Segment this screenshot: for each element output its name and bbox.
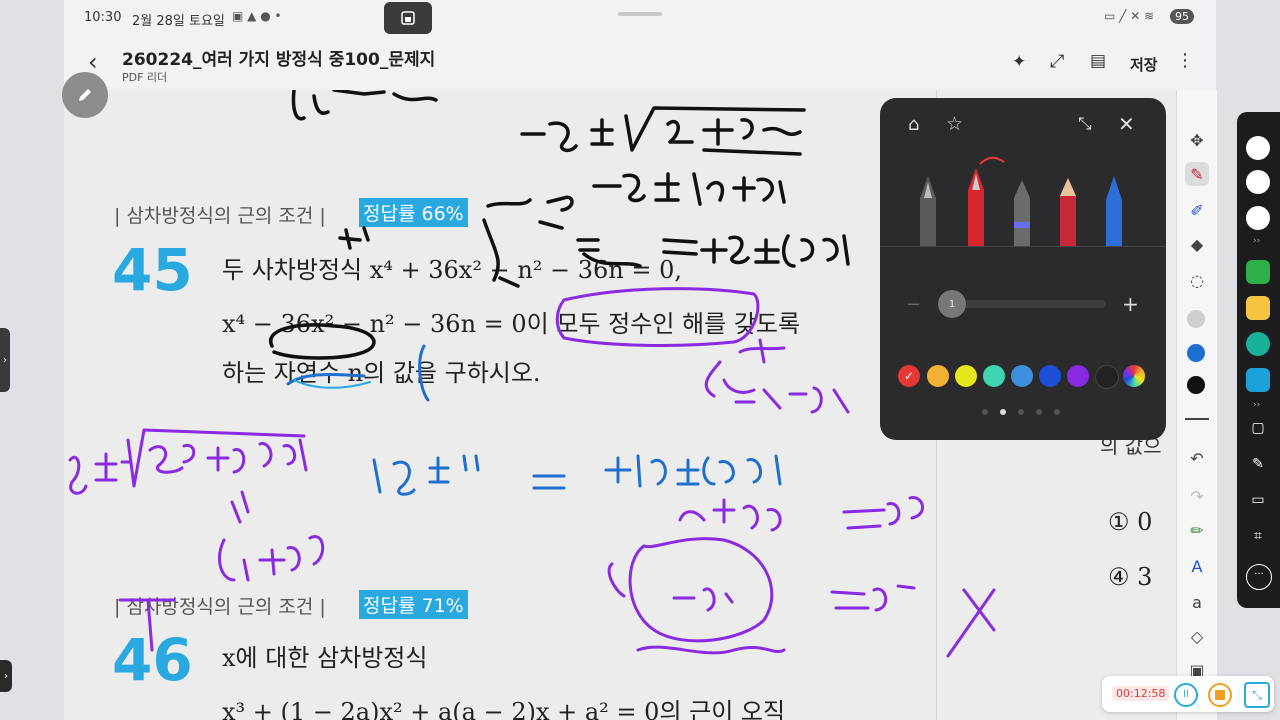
shapes-icon[interactable]: ◇: [1185, 624, 1209, 648]
pen-gel-blue-band[interactable]: [1014, 180, 1030, 246]
drag-handle: [618, 12, 662, 16]
app-grid-icon[interactable]: [1246, 368, 1270, 392]
color-red-selected[interactable]: ✓: [898, 365, 920, 387]
redo-icon[interactable]: ↷: [1185, 484, 1209, 508]
collapse-icon[interactable]: ⤡: [1078, 114, 1092, 134]
app-notes-icon[interactable]: [1246, 296, 1270, 320]
capture-icon: [401, 11, 415, 25]
page-indicator: [982, 408, 1066, 416]
color-yellow[interactable]: [955, 365, 977, 387]
back-nav-icon[interactable]: [1246, 136, 1270, 160]
status-time: 10:30: [84, 10, 122, 25]
text-box-icon[interactable]: a: [1185, 590, 1209, 614]
move-icon[interactable]: ✥: [1185, 128, 1209, 152]
color-black[interactable]: [1095, 365, 1119, 389]
dock-expand-icon[interactable]: ››: [1253, 236, 1260, 246]
eraser-icon[interactable]: ◆: [1185, 232, 1209, 256]
marker-icon[interactable]: ✏: [1185, 518, 1209, 542]
pencil-red[interactable]: [1060, 178, 1076, 246]
color-purple[interactable]: [1067, 365, 1089, 387]
left-edge-handle[interactable]: ›: [0, 328, 10, 392]
battery-badge: 95: [1170, 9, 1194, 24]
expand-icon[interactable]: ⤢: [1050, 51, 1064, 72]
undo-icon[interactable]: ↶: [1185, 446, 1209, 470]
color-gray[interactable]: [1187, 310, 1205, 328]
screenshot-icon[interactable]: ▢: [1246, 420, 1270, 444]
dock-expand-icon-2[interactable]: ››: [1253, 400, 1260, 410]
pen-fountain-red[interactable]: [968, 156, 1005, 246]
app-teal-icon[interactable]: [1246, 332, 1270, 356]
color-picker-rainbow[interactable]: [1123, 365, 1145, 387]
color-teal[interactable]: [983, 365, 1005, 387]
thickness-minus-icon[interactable]: −: [906, 294, 921, 315]
status-date: 2월 28일 토요일: [132, 14, 225, 29]
ai-sparkle-icon[interactable]: ✦: [1012, 52, 1026, 72]
highlighter-icon[interactable]: ✐: [1185, 198, 1209, 222]
document-title: 260224_여러 가지 방정식 중100_문제지: [122, 50, 436, 70]
save-button[interactable]: 저장: [1130, 54, 1158, 75]
eraser-mode-icon[interactable]: ⌂: [908, 114, 919, 135]
document-settings-icon[interactable]: ▤: [1090, 51, 1106, 71]
pause-icon[interactable]: ll: [1174, 683, 1198, 707]
favorite-star-icon[interactable]: ☆: [946, 113, 963, 135]
pencil-icon: [79, 89, 91, 101]
color-blue-quick[interactable]: [1187, 344, 1205, 362]
document-subtitle: PDF 리더: [122, 71, 168, 84]
color-light-blue[interactable]: [1011, 365, 1033, 387]
recording-timer: 00:12:58: [1112, 686, 1170, 701]
home-icon[interactable]: [1246, 170, 1270, 194]
color-black-quick[interactable]: [1187, 376, 1205, 394]
stop-square: [1215, 690, 1225, 700]
pen-settings-panel: ⌂ ☆ ⤡ ✕ − 1 + ✓: [880, 98, 1166, 440]
thickness-plus-icon[interactable]: +: [1122, 292, 1139, 316]
side-dock: ›› ›› ▢ ✎ ▭ ⌗ ···: [1237, 112, 1280, 608]
status-right-icons: ▭ ╱ ✕ ≋: [1104, 9, 1155, 23]
thickness-value: 1: [948, 298, 956, 310]
pen-tray: [880, 156, 1166, 247]
pen-fountain-gray[interactable]: [920, 176, 936, 246]
left-edge-handle-bottom[interactable]: ›: [0, 660, 12, 692]
recording-widget: 00:12:58 ll ⤡: [1102, 676, 1274, 712]
record-icon[interactable]: ▭: [1246, 492, 1270, 516]
thickness-thumb[interactable]: 1: [938, 290, 966, 318]
lasso-icon[interactable]: ◌: [1185, 268, 1209, 292]
app-green-icon[interactable]: [1246, 260, 1270, 284]
text-style-icon[interactable]: A: [1185, 554, 1209, 578]
more-menu-icon[interactable]: ⋮: [1176, 50, 1194, 71]
close-icon[interactable]: ✕: [1118, 112, 1135, 136]
more-apps-icon[interactable]: ···: [1246, 564, 1272, 590]
floating-edit-button[interactable]: [62, 72, 108, 118]
status-bar: 10:30 2월 28일 토요일 ▣ ▲ ● • ▭ ╱ ✕ ≋ 95: [64, 0, 1216, 36]
app-header: ‹ 260224_여러 가지 방정식 중100_문제지 PDF 리더 ✦ ⤢ ▤…: [64, 36, 1216, 90]
brush-blue[interactable]: [1106, 176, 1122, 246]
annotation-toolbar: ✥ ✎ ✐ ◆ ◌ ↶ ↷ ✏ A a ◇ ▣: [1176, 90, 1217, 720]
crop-icon[interactable]: ⌗: [1246, 528, 1270, 552]
screen-capture-button[interactable]: [384, 2, 432, 34]
pen-tool-icon[interactable]: ✎: [1185, 162, 1209, 186]
notification-icons: ▣ ▲ ● •: [232, 9, 282, 23]
color-blue[interactable]: [1039, 365, 1061, 387]
minimize-recorder-icon[interactable]: ⤡: [1244, 682, 1270, 708]
draw-icon[interactable]: ✎: [1246, 456, 1270, 480]
recents-icon[interactable]: [1246, 206, 1270, 230]
toolbar-divider: [1185, 418, 1209, 420]
color-orange[interactable]: [927, 365, 949, 387]
